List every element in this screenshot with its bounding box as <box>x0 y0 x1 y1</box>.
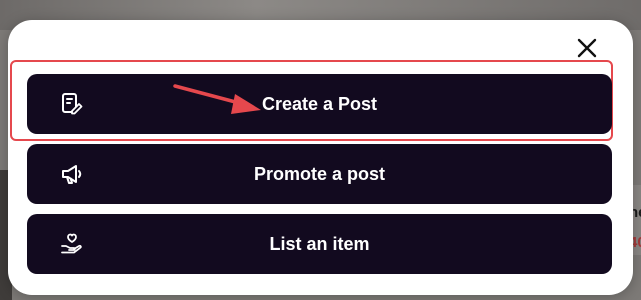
create-options-modal: Create a Post Promote a post List an ite… <box>8 20 633 295</box>
edit-note-icon <box>59 91 85 117</box>
create-post-label: Create a Post <box>261 93 378 114</box>
close-icon <box>577 38 597 58</box>
list-item-button[interactable]: List an item <box>27 214 612 274</box>
close-button[interactable] <box>575 36 599 60</box>
promote-post-label: Promote a post <box>253 163 386 184</box>
create-post-button[interactable]: Create a Post <box>27 74 612 134</box>
promote-post-button[interactable]: Promote a post <box>27 144 612 204</box>
hand-heart-icon <box>59 231 85 257</box>
pointer-arrow-icon <box>173 84 261 114</box>
megaphone-icon <box>59 161 85 187</box>
list-item-label: List an item <box>269 233 370 254</box>
